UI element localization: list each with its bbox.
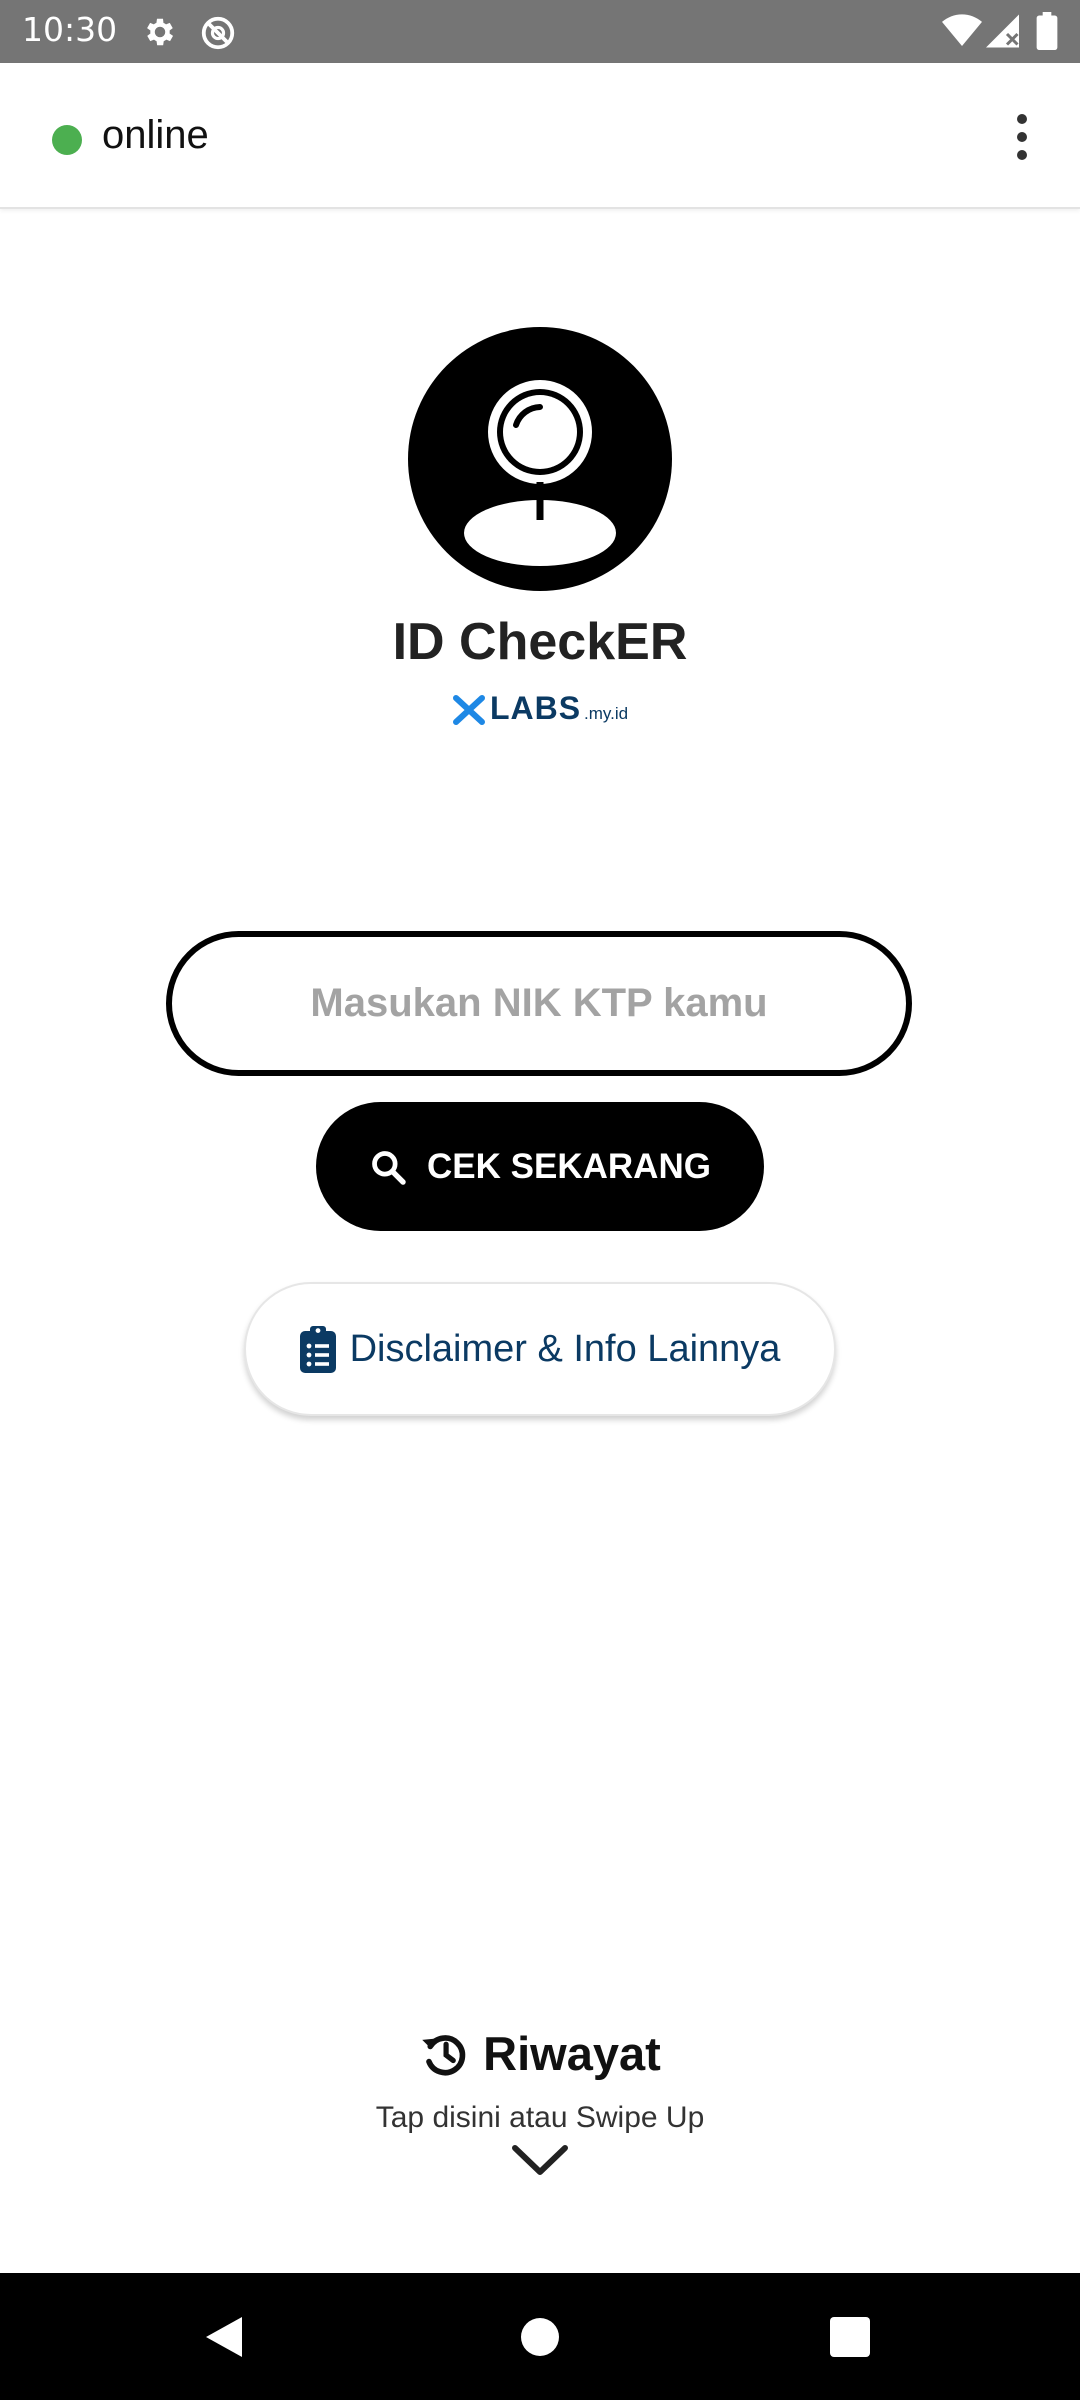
signal-icon (986, 14, 1022, 53)
more-vert-icon[interactable] (1002, 109, 1042, 169)
status-time: 10:30 (22, 10, 118, 49)
brand-name: LABS (490, 690, 582, 726)
app-bar: online (0, 63, 1080, 209)
do-not-disturb-icon (199, 14, 237, 57)
connection-status-label: online (102, 113, 209, 157)
app-title: ID CheckER (392, 613, 688, 671)
recents-icon[interactable] (830, 2317, 870, 2357)
wifi-icon (942, 14, 982, 53)
disclaimer-label: Disclaimer & Info Lainnya (349, 1327, 781, 1370)
status-bar: 10:30 (0, 0, 1080, 63)
search-icon (369, 1148, 407, 1186)
disclaimer-button[interactable]: Disclaimer & Info Lainnya (244, 1282, 836, 1416)
history-title: Riwayat (483, 2027, 661, 2080)
back-icon[interactable] (204, 2315, 244, 2364)
clipboard-list-icon (299, 1325, 336, 1373)
online-status-dot (52, 125, 82, 155)
navigation-bar (0, 2273, 1080, 2400)
brand-mark-icon (452, 694, 486, 731)
history-icon (419, 2028, 471, 2080)
chevron-down-icon[interactable] (510, 2140, 570, 2185)
history-header[interactable]: Riwayat (0, 2026, 1080, 2081)
battery-icon (1036, 12, 1058, 55)
nik-input[interactable] (166, 931, 912, 1076)
brand-suffix: .my.id (584, 704, 629, 723)
history-hint[interactable]: Tap disini atau Swipe Up (0, 2101, 1080, 2135)
check-now-label: CEK SEKARANG (427, 1146, 711, 1186)
person-search-icon (408, 327, 672, 591)
brand-logo: LABS .my.id (448, 690, 638, 730)
gear-icon (142, 14, 178, 55)
home-icon[interactable] (521, 2318, 559, 2356)
check-now-button[interactable]: CEK SEKARANG (316, 1102, 764, 1231)
